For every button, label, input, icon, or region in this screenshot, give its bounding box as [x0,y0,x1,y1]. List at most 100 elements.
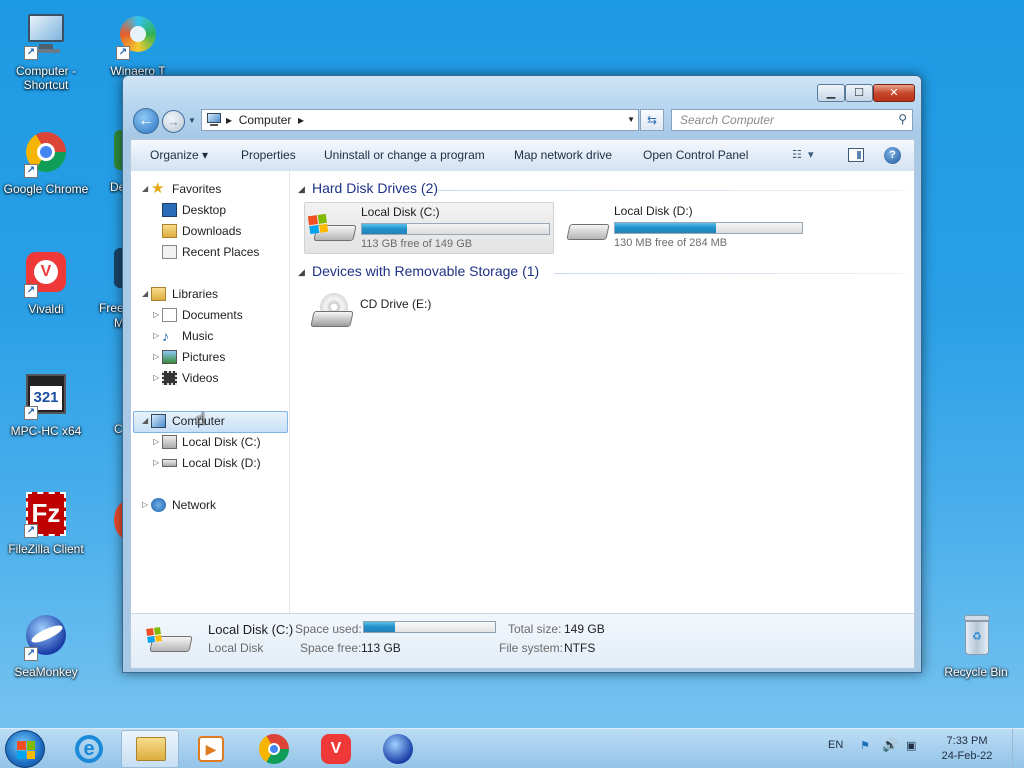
collapse-group-icon[interactable]: ◢ [298,267,305,278]
language-indicator[interactable]: EN [828,739,843,751]
collapse-arrow-icon[interactable]: ▷ [153,368,159,388]
map-network-drive-button[interactable]: Map network drive [514,148,612,162]
properties-button[interactable]: Properties [241,148,296,162]
preview-pane-button[interactable] [848,148,864,162]
clock[interactable]: 7:33 PM 24-Feb-22 [930,734,1004,764]
command-bar: Organize ▾ Properties Uninstall or chang… [130,139,915,171]
drive-thumbnail-icon [146,626,193,656]
search-input[interactable]: Search Computer ⚲ [671,109,913,131]
collapse-arrow-icon[interactable]: ▷ [153,326,159,346]
taskbar-seamonkey[interactable] [369,730,427,768]
forward-button[interactable]: → [162,110,185,133]
hand-cursor-icon: ☝ [195,409,206,428]
pictures-icon [162,350,177,364]
recent-pages-dropdown[interactable]: ▼ [188,116,196,125]
breadcrumb-computer[interactable]: Computer [239,113,292,127]
drive-item-d[interactable]: Local Disk (D:) 130 MB free of 284 MB [558,202,808,254]
desktop-icon-mpc-hc[interactable]: 321 ↗ MPC-HC x64 [1,372,91,438]
details-drive-type: Local Disk [208,641,264,655]
start-button[interactable] [5,730,45,768]
mpc-hc-icon: 321 ↗ [22,372,70,420]
collapse-arrow-icon[interactable]: ▷ [153,347,159,367]
libraries-icon [151,287,166,301]
nav-music[interactable]: ▷ ♪ Music [131,326,286,346]
search-icon[interactable]: ⚲ [898,112,907,126]
view-icon: ☷ [792,149,802,161]
back-button[interactable]: ← [133,108,159,134]
network-icon [151,498,166,512]
nav-local-disk-c[interactable]: ▷ Local Disk (C:) [131,432,286,452]
change-view-button[interactable]: ☷ ▾ [792,148,826,164]
desktop-icon-label: Computer - Shortcut [15,64,77,92]
desktop-icon-vivaldi[interactable]: V ↗ Vivaldi [1,250,91,316]
vivaldi-icon: V ↗ [22,250,70,298]
nav-computer[interactable]: ◢ Computer [131,411,286,431]
show-desktop-button[interactable] [1012,729,1024,768]
taskbar-media-player[interactable]: ▶ [182,730,240,768]
organize-menu[interactable]: Organize ▾ [150,148,208,162]
volume-icon[interactable]: 🔊 [882,737,898,753]
expand-arrow-icon[interactable]: ◢ [142,284,148,304]
desktop-icon-label: MPC-HC x64 [10,424,82,438]
drive-usage-bar [614,222,803,234]
nav-recent-places[interactable]: Recent Places [131,242,286,262]
collapse-arrow-icon[interactable]: ▷ [153,453,159,473]
collapse-arrow-icon[interactable]: ▷ [153,432,159,452]
space-used-label: Space used: [295,622,362,636]
seamonkey-icon: ↗ [22,613,70,661]
uninstall-program-button[interactable]: Uninstall or change a program [324,148,485,162]
folder-icon [136,737,166,761]
desktop-icon-chrome[interactable]: ↗ Google Chrome [1,130,91,196]
open-control-panel-button[interactable]: Open Control Panel [643,148,748,162]
address-dropdown-icon[interactable]: ▼ [627,115,635,124]
collapse-group-icon[interactable]: ◢ [298,184,305,195]
drive-usage-bar [361,223,550,235]
windows-logo-icon [17,741,35,759]
close-button[interactable]: ✕ [873,84,915,102]
refresh-button[interactable]: ⇆ [640,109,664,131]
address-bar[interactable]: ▸ Computer ▸ ▼ [201,109,639,131]
help-icon[interactable]: ? [884,147,901,164]
action-center-icon[interactable]: ⚑ [860,739,870,752]
content-pane: ◢ Hard Disk Drives (2) Local Disk (C:) 1… [290,171,915,613]
collapse-arrow-icon[interactable]: ▷ [142,495,148,515]
taskbar-explorer[interactable] [121,730,179,768]
chrome-icon: ↗ [22,130,70,178]
collapse-arrow-icon[interactable]: ▷ [153,305,159,325]
desktop-icon-winaero[interactable]: ↗ Winaero T [93,12,183,78]
nav-libraries[interactable]: ◢ Libraries [131,284,286,304]
network-icon[interactable]: ▣ [906,739,916,752]
search-placeholder: Search Computer [680,113,775,127]
nav-desktop[interactable]: Desktop [131,200,286,220]
desktop-icon-label: Recycle Bin [944,665,1008,679]
navigation-pane: ◢ ★ Favorites Desktop Downloads Recent P… [130,171,290,613]
desktop-icon [162,203,177,217]
seamonkey-icon [383,734,413,764]
drive-item-c[interactable]: Local Disk (C:) 113 GB free of 149 GB [304,202,554,254]
minimize-button[interactable]: ▁ [817,84,845,102]
nav-pictures[interactable]: ▷ Pictures [131,347,286,367]
windows-drive-icon [307,211,357,247]
drive-item-cd[interactable]: CD Drive (E:) [304,285,504,331]
nav-documents[interactable]: ▷ Documents [131,305,286,325]
group-divider [438,190,906,191]
desktop-icon-recycle-bin[interactable]: ♻ Recycle Bin [931,613,1021,679]
desktop-icon-filezilla[interactable]: Fz ↗ FileZilla Client [1,490,91,556]
nav-local-disk-d[interactable]: ▷ Local Disk (D:) [131,453,286,473]
refresh-icon: ⇆ [646,113,658,127]
maximize-button[interactable]: ☐ [845,84,873,102]
breadcrumb[interactable]: ▸ Computer ▸ [226,113,304,127]
total-size-label: Total size: [508,622,562,636]
taskbar-chrome[interactable] [245,730,303,768]
taskbar-vivaldi[interactable]: V [307,730,365,768]
taskbar-ie[interactable]: e [60,730,118,768]
nav-downloads[interactable]: Downloads [131,221,286,241]
vivaldi-icon: V [321,734,351,764]
nav-favorites[interactable]: ◢ ★ Favorites [131,179,286,199]
nav-videos[interactable]: ▷ Videos [131,368,286,388]
desktop-icon-seamonkey[interactable]: ↗ SeaMonkey [1,613,91,679]
desktop-icon-computer[interactable]: ↗ Computer - Shortcut [1,12,91,92]
nav-network[interactable]: ▷ Network [131,495,286,515]
expand-arrow-icon[interactable]: ◢ [142,411,148,431]
expand-arrow-icon[interactable]: ◢ [142,179,148,199]
